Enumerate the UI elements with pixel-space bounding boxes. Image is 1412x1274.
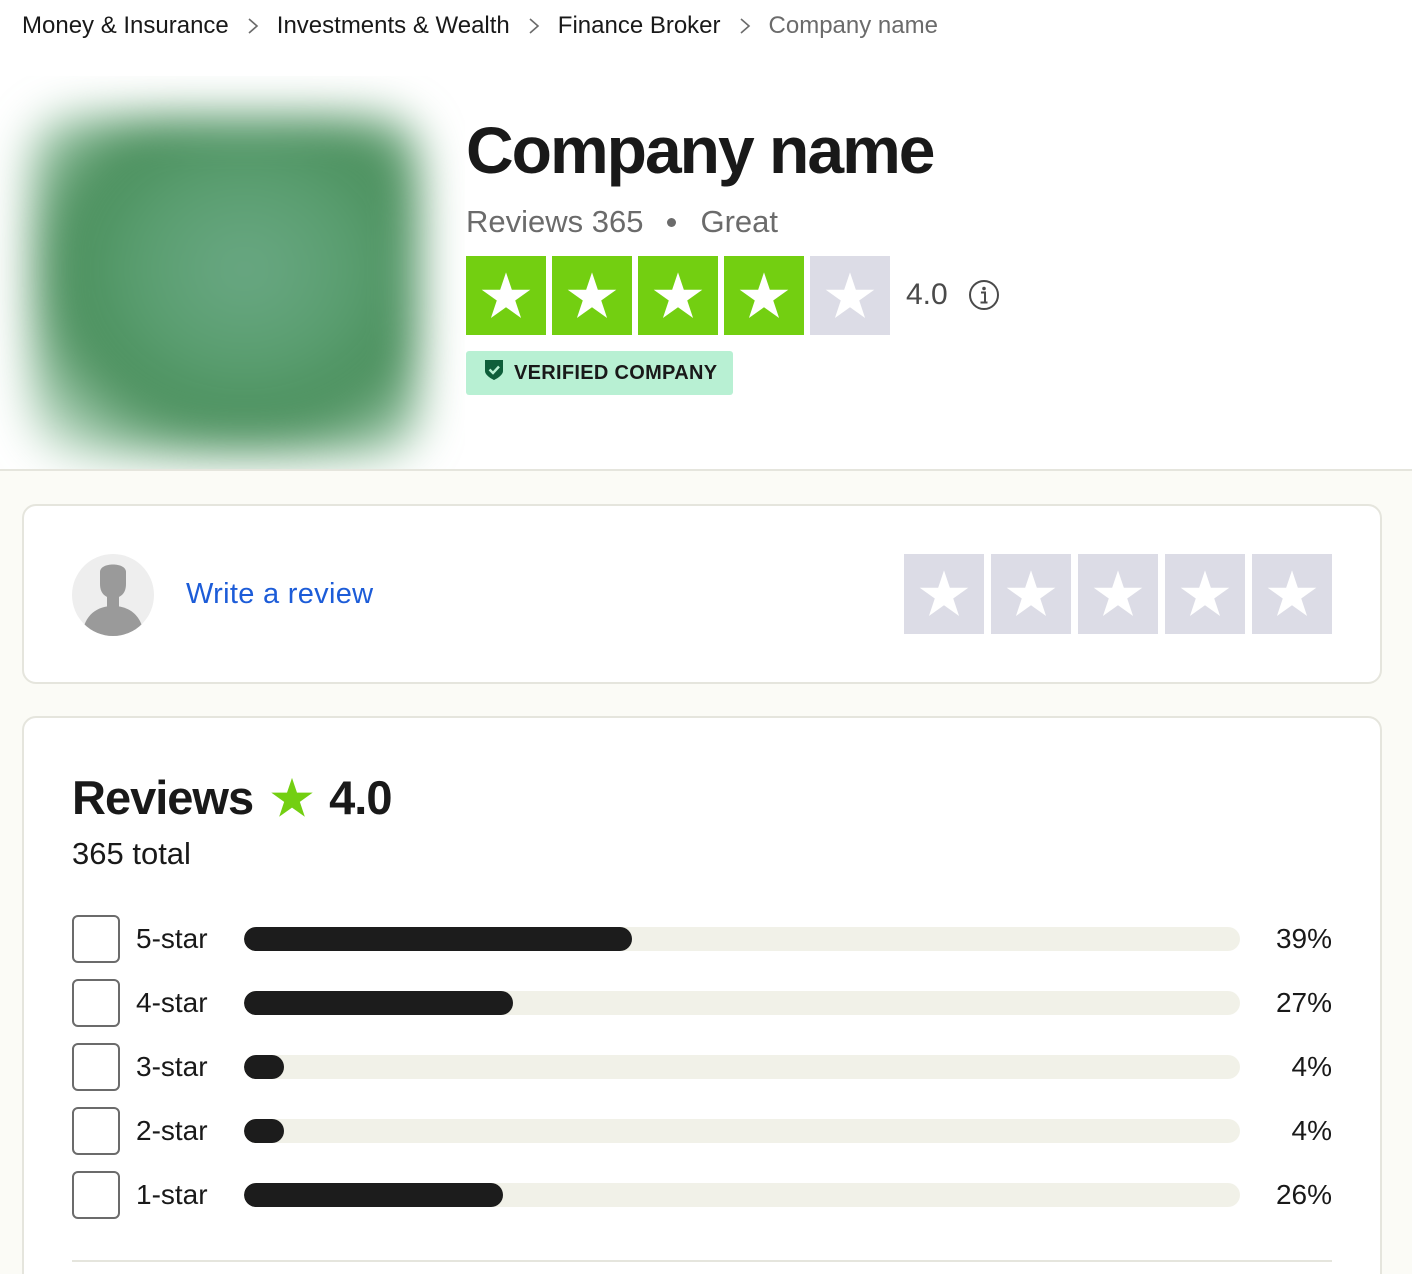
company-header: Company name Reviews 365 Great 4.0 VERIF… — [0, 76, 1412, 471]
star-icon — [1267, 570, 1317, 617]
star-filled — [638, 256, 718, 335]
rating-percent: 27% — [1275, 987, 1332, 1018]
rating-filter-row[interactable]: 4-star 27% — [72, 979, 1332, 1027]
rating-percent: 39% — [1275, 923, 1332, 954]
star-empty — [810, 256, 890, 335]
chevron-right-icon — [721, 12, 769, 40]
rating-percent: 26% — [1275, 1179, 1332, 1210]
rating-bar-track — [244, 1183, 1240, 1207]
rating-bar-fill — [244, 1055, 284, 1079]
star-icon — [567, 271, 617, 318]
company-logo — [0, 76, 465, 469]
breadcrumb-item-finance-broker[interactable]: Finance Broker — [558, 12, 721, 40]
rate-star-5[interactable] — [1252, 554, 1332, 634]
rating-filter-label: 4-star — [136, 987, 208, 1018]
breadcrumb-item-current: Company name — [768, 12, 938, 39]
separator-dot — [667, 217, 677, 227]
breadcrumb-item-money-insurance[interactable]: Money & Insurance — [22, 12, 229, 40]
star-icon — [481, 271, 531, 318]
review-count-line: Reviews 365 Great — [466, 204, 778, 240]
rating-filter-checkbox[interactable] — [72, 1171, 120, 1219]
rating-filter-label: 3-star — [136, 1051, 208, 1082]
rating-value: 4.0 — [906, 278, 948, 311]
reviews-title: Reviews — [72, 771, 254, 824]
rating-bar-track — [244, 991, 1240, 1015]
star-rating-display — [466, 256, 890, 335]
write-review-card: Write a review — [22, 504, 1382, 684]
rating-filter-checkbox[interactable] — [72, 979, 120, 1027]
divider — [72, 1260, 1332, 1262]
rating-bar-track — [244, 1119, 1240, 1143]
reviews-heading: Reviews 4.0 — [72, 770, 392, 825]
star-icon — [739, 271, 789, 318]
shield-check-icon — [484, 359, 514, 387]
verified-company-badge[interactable]: VERIFIED COMPANY — [466, 351, 733, 395]
star-icon — [271, 777, 313, 817]
chevron-right-icon — [510, 12, 558, 40]
rate-star-3[interactable] — [1078, 554, 1158, 634]
rating-bar-fill — [244, 1183, 503, 1207]
star-icon — [1093, 570, 1143, 617]
verified-company-label: VERIFIED COMPANY — [514, 361, 718, 384]
star-filled — [466, 256, 546, 335]
chevron-right-icon — [229, 12, 277, 40]
rating-percent: 4% — [1291, 1051, 1332, 1082]
avatar — [72, 554, 154, 636]
rating-bar-fill — [244, 1119, 284, 1143]
star-icon — [1006, 570, 1056, 617]
company-logo-blurred-image — [30, 116, 420, 456]
star-icon — [653, 271, 703, 318]
reviews-total: 365 total — [72, 836, 191, 871]
rating-bar-track — [244, 927, 1240, 951]
write-review-link[interactable]: Write a review — [186, 578, 373, 611]
reviews-summary-card: Reviews 4.0 365 total 5-star 39% 4-star 27%… — [22, 716, 1382, 1274]
reviews-rating: 4.0 — [329, 771, 392, 824]
rate-stars-input — [904, 554, 1332, 634]
star-icon — [825, 271, 875, 318]
info-icon[interactable] — [968, 279, 1000, 311]
rating-percent: 4% — [1291, 1115, 1332, 1146]
star-filled — [724, 256, 804, 335]
breadcrumb-item-investments-wealth[interactable]: Investments & Wealth — [277, 12, 510, 40]
review-count-link[interactable]: Reviews 365 — [466, 204, 643, 240]
rating-bar-fill — [244, 927, 633, 951]
breadcrumb: Money & Insurance Investments & Wealth F… — [22, 12, 938, 40]
rating-filter-checkbox[interactable] — [72, 1043, 120, 1091]
rate-star-2[interactable] — [991, 554, 1071, 634]
content-area: Write a review Reviews 4.0 365 total 5-s… — [0, 471, 1412, 1274]
star-icon — [919, 570, 969, 617]
rating-filter-row[interactable]: 1-star 26% — [72, 1171, 1332, 1219]
rating-bar-track — [244, 1055, 1240, 1079]
rating-filter-label: 5-star — [136, 923, 208, 954]
rate-star-1[interactable] — [904, 554, 984, 634]
rating-word: Great — [700, 204, 779, 239]
rating-filter-row[interactable]: 2-star 4% — [72, 1107, 1332, 1155]
star-icon — [1180, 570, 1230, 617]
rating-filter-checkbox[interactable] — [72, 1107, 120, 1155]
rating-filter-label: 1-star — [136, 1179, 208, 1210]
rating-filter-row[interactable]: 5-star 39% — [72, 915, 1332, 963]
rating-bar-fill — [244, 991, 513, 1015]
rating-filter-label: 2-star — [136, 1115, 208, 1146]
rating-filter-row[interactable]: 3-star 4% — [72, 1043, 1332, 1091]
rating-filter-checkbox[interactable] — [72, 915, 120, 963]
user-silhouette-icon — [82, 564, 144, 636]
company-name: Company name — [466, 113, 935, 187]
star-filled — [552, 256, 632, 335]
rate-star-4[interactable] — [1165, 554, 1245, 634]
